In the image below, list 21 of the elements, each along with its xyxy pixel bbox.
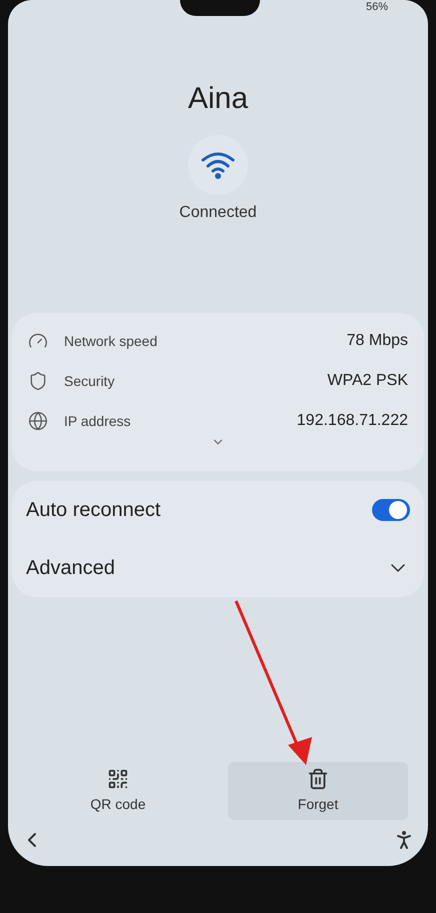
settings-row[interactable]: Auto reconnect: [26, 481, 410, 539]
action-button[interactable]: Forget: [228, 762, 408, 820]
detail-label: Network speed: [64, 332, 158, 351]
detail-value: WPA2 PSK: [327, 371, 408, 391]
settings-row[interactable]: Advanced: [26, 539, 410, 597]
network-name: Aina: [188, 81, 248, 117]
globe-icon: [28, 411, 48, 431]
qr-code-icon: [107, 768, 129, 790]
detail-value: 78 Mbps: [346, 331, 408, 351]
detail-label: IP address: [64, 412, 131, 430]
action-button[interactable]: QR code: [28, 762, 208, 820]
detail-label: Security: [64, 372, 115, 391]
toggle-switch[interactable]: [372, 499, 410, 521]
setting-label: Auto reconnect: [26, 498, 161, 523]
trash-icon: [307, 768, 329, 790]
shield-icon: [28, 371, 48, 391]
detail-value: 192.168.71.222: [296, 411, 408, 431]
setting-label: Advanced: [26, 556, 115, 581]
wifi-icon: [201, 151, 235, 179]
connection-status: Connected: [179, 203, 257, 223]
battery-percentage: 56%: [366, 1, 388, 14]
